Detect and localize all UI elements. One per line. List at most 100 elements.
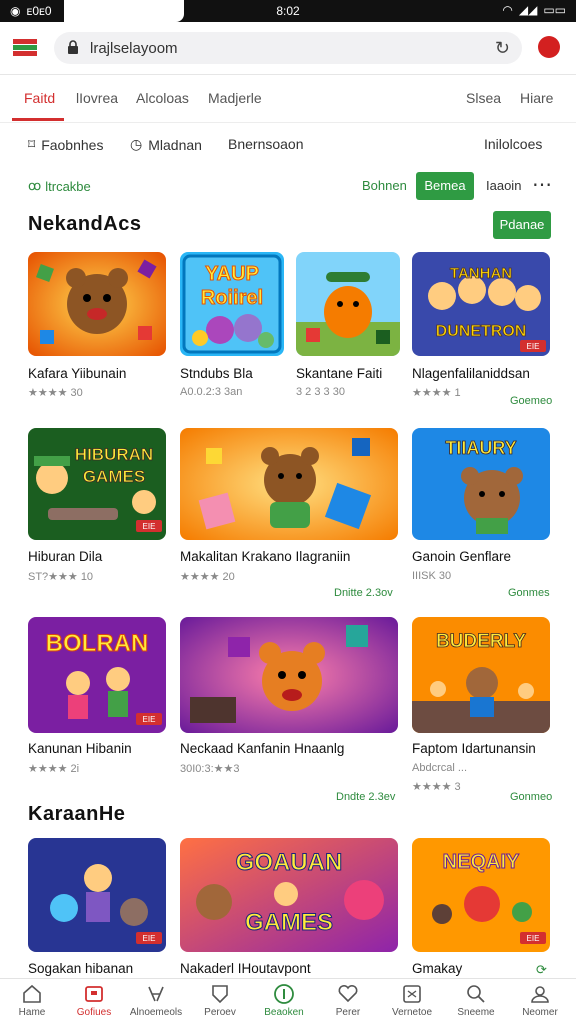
nav-label: Perer: [335, 1007, 361, 1018]
game-link[interactable]: Goemeo: [510, 395, 552, 407]
nav-search[interactable]: Sneeme: [444, 983, 508, 1018]
filter-mladnan[interactable]: ◷ Mladnan: [130, 136, 202, 153]
game-title[interactable]: Makalitan Krakano Ilagraniin: [180, 549, 350, 564]
nav-perer[interactable]: Perer: [316, 983, 380, 1018]
nav-beaoken[interactable]: Beaoken: [252, 983, 316, 1018]
game-meta: 30I0:3:★★3: [180, 763, 240, 775]
game-tile-10[interactable]: BUDERLY: [412, 617, 550, 733]
game-tile-1[interactable]: [28, 252, 166, 356]
filter-icon: ꝏ: [28, 178, 42, 193]
game-title[interactable]: Stndubs Bla: [180, 366, 253, 381]
game-title[interactable]: Sogakan hibanan: [28, 961, 133, 976]
home-icon: [23, 984, 41, 1003]
site-logo-icon[interactable]: [12, 36, 38, 58]
sort-button-bohnen[interactable]: Bohnen: [362, 178, 407, 193]
filter-favorites[interactable]: ⌑ Faobnhes: [28, 136, 103, 153]
game-tile-7[interactable]: TIIAURY: [412, 428, 550, 540]
game-meta: IIISK 30: [412, 570, 452, 582]
game-title[interactable]: Nakaderl IHoutavpont: [180, 961, 311, 976]
nav-peroev[interactable]: Peroev: [188, 983, 252, 1018]
nav-alnoemeols[interactable]: Alnoemeols: [124, 983, 188, 1018]
refresh-icon[interactable]: ⟳: [536, 962, 547, 978]
game-title[interactable]: Kafara Yiibunain: [28, 366, 126, 381]
game-link[interactable]: Dndte 2.3ev: [336, 791, 395, 803]
tab-hiare[interactable]: Hiare: [520, 90, 553, 106]
game-meta: ★★★★ 30: [28, 387, 83, 399]
sort-button-bemea[interactable]: Bemea: [416, 172, 474, 200]
profile-icon[interactable]: [538, 36, 560, 58]
game-tile-9[interactable]: [180, 617, 398, 733]
art-title: TANHAN: [450, 265, 512, 282]
game-title[interactable]: Hiburan Dila: [28, 549, 102, 564]
game-tile-13[interactable]: NEQAIY EIE: [412, 838, 550, 952]
game-artwork: BUDERLY: [412, 617, 550, 733]
tab-slsea[interactable]: Slsea: [466, 90, 501, 106]
art-title: GOAUAN: [236, 849, 343, 876]
game-tile-6[interactable]: [180, 428, 398, 540]
nav-label: Gofiues: [76, 1007, 112, 1018]
game-tile-2[interactable]: YAUP Roiirel: [180, 252, 284, 356]
status-bar: ◉ ᴇ0ᴇ0 8:02 ◠ ◢◢ ▭▭: [0, 0, 576, 22]
art-title: BUDERLY: [436, 631, 526, 652]
game-title[interactable]: Ganoin Genflare: [412, 549, 511, 564]
game-title[interactable]: Faptom Idartunansin: [412, 741, 536, 756]
nav-vernetoe[interactable]: Vernetoe: [380, 983, 444, 1018]
game-link[interactable]: Gonmes: [508, 587, 550, 599]
nav-label: Beaoken: [264, 1007, 304, 1018]
art-subtitle: GAMES: [83, 467, 145, 486]
game-artwork: HIBURAN GAMES EIE: [28, 428, 166, 540]
game-title[interactable]: Nlagenfalilaniddsan: [412, 366, 530, 381]
game-artwork: BOLRAN EIE: [28, 617, 166, 733]
game-tile-5[interactable]: HIBURAN GAMES EIE: [28, 428, 166, 540]
game-meta: Abdcrcal ...: [412, 762, 468, 774]
section-title-2: KaraanHe: [28, 803, 126, 825]
active-tab-indicator: [12, 118, 64, 121]
address-bar[interactable]: lrajlselayoom ↻: [54, 32, 522, 64]
game-title[interactable]: Neckaad Kanfanin Hnaanlg: [180, 741, 344, 756]
signal-icon: ◢◢: [518, 3, 538, 17]
art-title: BOLRAN: [46, 630, 149, 657]
game-title[interactable]: Skantane Faiti: [296, 366, 382, 381]
game-artwork: YAUP Roiirel: [180, 252, 284, 356]
art-subtitle: Roiirel: [201, 287, 263, 309]
nav-games[interactable]: Gofiues: [62, 983, 126, 1018]
filter-label: Faobnhes: [41, 136, 104, 153]
game-link[interactable]: Gonmeo: [510, 791, 552, 803]
tab-alcoloas[interactable]: Alcoloas: [136, 90, 189, 106]
category-tabs: Faitd lIovrea Alcoloas Madjerle Slsea Hi…: [0, 80, 576, 123]
game-tile-8[interactable]: BOLRAN EIE: [28, 617, 166, 733]
nav-home[interactable]: Hame: [0, 983, 64, 1018]
game-title[interactable]: Kanunan Hibanin: [28, 741, 132, 756]
search-icon: [467, 985, 485, 1003]
section-title-1: NekandAcs: [28, 213, 142, 235]
game-tile-3[interactable]: [296, 252, 400, 356]
game-meta: 3 2 3 3 30: [296, 386, 345, 398]
art-subtitle: GAMES: [245, 909, 333, 936]
game-artwork: GOAUAN GAMES: [180, 838, 398, 952]
more-options-icon[interactable]: ⋯: [532, 172, 552, 197]
game-link[interactable]: Dnitte 2.3ov: [334, 587, 393, 599]
game-tile-12[interactable]: GOAUAN GAMES: [180, 838, 398, 952]
game-artwork: [180, 428, 398, 540]
filter-bnernsoaon[interactable]: Bnernsoaon: [228, 136, 304, 152]
game-badge: EIE: [527, 934, 540, 943]
game-artwork: [28, 252, 166, 356]
sort-button-iaaoin[interactable]: Iaaoin: [486, 178, 521, 193]
clock-icon: ◷: [130, 136, 143, 152]
reload-icon[interactable]: ↻: [495, 38, 510, 59]
nav-label: Peroev: [204, 1007, 236, 1018]
filter-more[interactable]: Inilolcoes: [484, 136, 542, 152]
game-tile-11[interactable]: EIE: [28, 838, 166, 952]
tab-madjerle[interactable]: Madjerle: [208, 90, 262, 106]
game-artwork: TIIAURY: [412, 428, 550, 540]
game-meta: ST?★★★ 10: [28, 571, 94, 583]
tab-faitd[interactable]: Faitd: [24, 90, 55, 106]
game-title[interactable]: Gmakay: [412, 961, 462, 976]
section-action-button[interactable]: Pdanae: [493, 211, 551, 239]
nav-label: Vernetoe: [391, 1007, 433, 1018]
game-meta: ★★★★ 2i: [28, 763, 80, 775]
tab-iovrea[interactable]: lIovrea: [76, 90, 118, 106]
game-tile-4[interactable]: TANHAN DUNETRON EIE: [412, 252, 550, 356]
nav-label: Neomer: [522, 1007, 558, 1018]
nav-profile[interactable]: Neomer: [508, 983, 572, 1018]
